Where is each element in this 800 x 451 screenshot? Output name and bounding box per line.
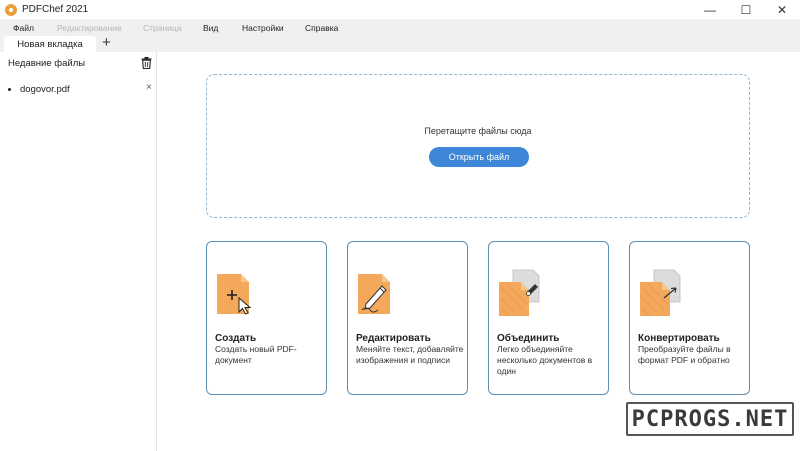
menu-help[interactable]: Справка: [305, 23, 338, 33]
menu-settings[interactable]: Настройки: [242, 23, 284, 33]
convert-doc-icon: [640, 269, 681, 317]
title-bar: PDFChef 2021 — ☐ ✕: [0, 0, 800, 19]
menu-edit[interactable]: Редактирование: [57, 23, 122, 33]
card-description: Создать новый PDF-документ: [215, 344, 297, 365]
window-controls: — ☐ ✕: [692, 0, 800, 19]
close-icon[interactable]: ✕: [764, 0, 800, 19]
watermark-text: PCPROGS.NET: [631, 406, 789, 432]
open-file-button[interactable]: Открыть файл: [429, 147, 529, 167]
minimize-icon[interactable]: —: [692, 0, 728, 19]
recent-files-sidebar: Недавние файлы dogovor.pdf ×: [0, 52, 157, 451]
recent-file-item[interactable]: dogovor.pdf ×: [8, 82, 152, 95]
menu-bar: Файл Редактирование Страница Вид Настрой…: [0, 19, 800, 36]
menu-page[interactable]: Страница: [143, 23, 182, 33]
card-title: Редактировать: [356, 333, 431, 344]
merge-card[interactable]: Объединить Легко объединяйте несколько д…: [488, 241, 609, 395]
add-tab-icon[interactable]: +: [102, 35, 111, 51]
card-description: Меняйте текст, добавляйте изображения и …: [356, 344, 464, 365]
card-title: Создать: [215, 333, 257, 344]
edit-card[interactable]: Редактировать Меняйте текст, добавляйте …: [347, 241, 468, 395]
menu-file[interactable]: Файл: [13, 23, 34, 33]
card-title: Конвертировать: [638, 333, 720, 344]
convert-card[interactable]: Конвертировать Преобразуйте файлы в форм…: [629, 241, 750, 395]
tab-bar: Новая вкладка +: [0, 35, 800, 52]
recent-file-name[interactable]: dogovor.pdf: [20, 84, 70, 95]
card-description: Легко объединяйте несколько документов в…: [497, 344, 593, 376]
maximize-icon[interactable]: ☐: [728, 0, 764, 19]
list-bullet: [8, 87, 11, 91]
window-title: PDFChef 2021: [22, 4, 89, 15]
merge-doc-icon: [499, 269, 540, 317]
drop-hint: Перетащите файлы сюда: [424, 126, 532, 136]
tab-new[interactable]: Новая вкладка: [4, 36, 96, 52]
remove-recent-icon[interactable]: ×: [146, 82, 152, 93]
watermark: PCPROGS.NET: [626, 402, 794, 436]
card-title: Объединить: [497, 333, 560, 344]
file-drop-zone[interactable]: Перетащите файлы сюда Открыть файл: [206, 74, 750, 218]
edit-doc-icon: [358, 274, 390, 314]
trash-icon[interactable]: [141, 57, 152, 69]
recent-files-heading: Недавние файлы: [8, 58, 86, 69]
card-description: Преобразуйте файлы в формат PDF и обратн…: [638, 344, 731, 365]
menu-view[interactable]: Вид: [203, 23, 218, 33]
create-doc-icon: [217, 274, 252, 315]
app-logo-icon: [5, 3, 17, 16]
create-card[interactable]: Создать Создать новый PDF-документ: [206, 241, 327, 395]
